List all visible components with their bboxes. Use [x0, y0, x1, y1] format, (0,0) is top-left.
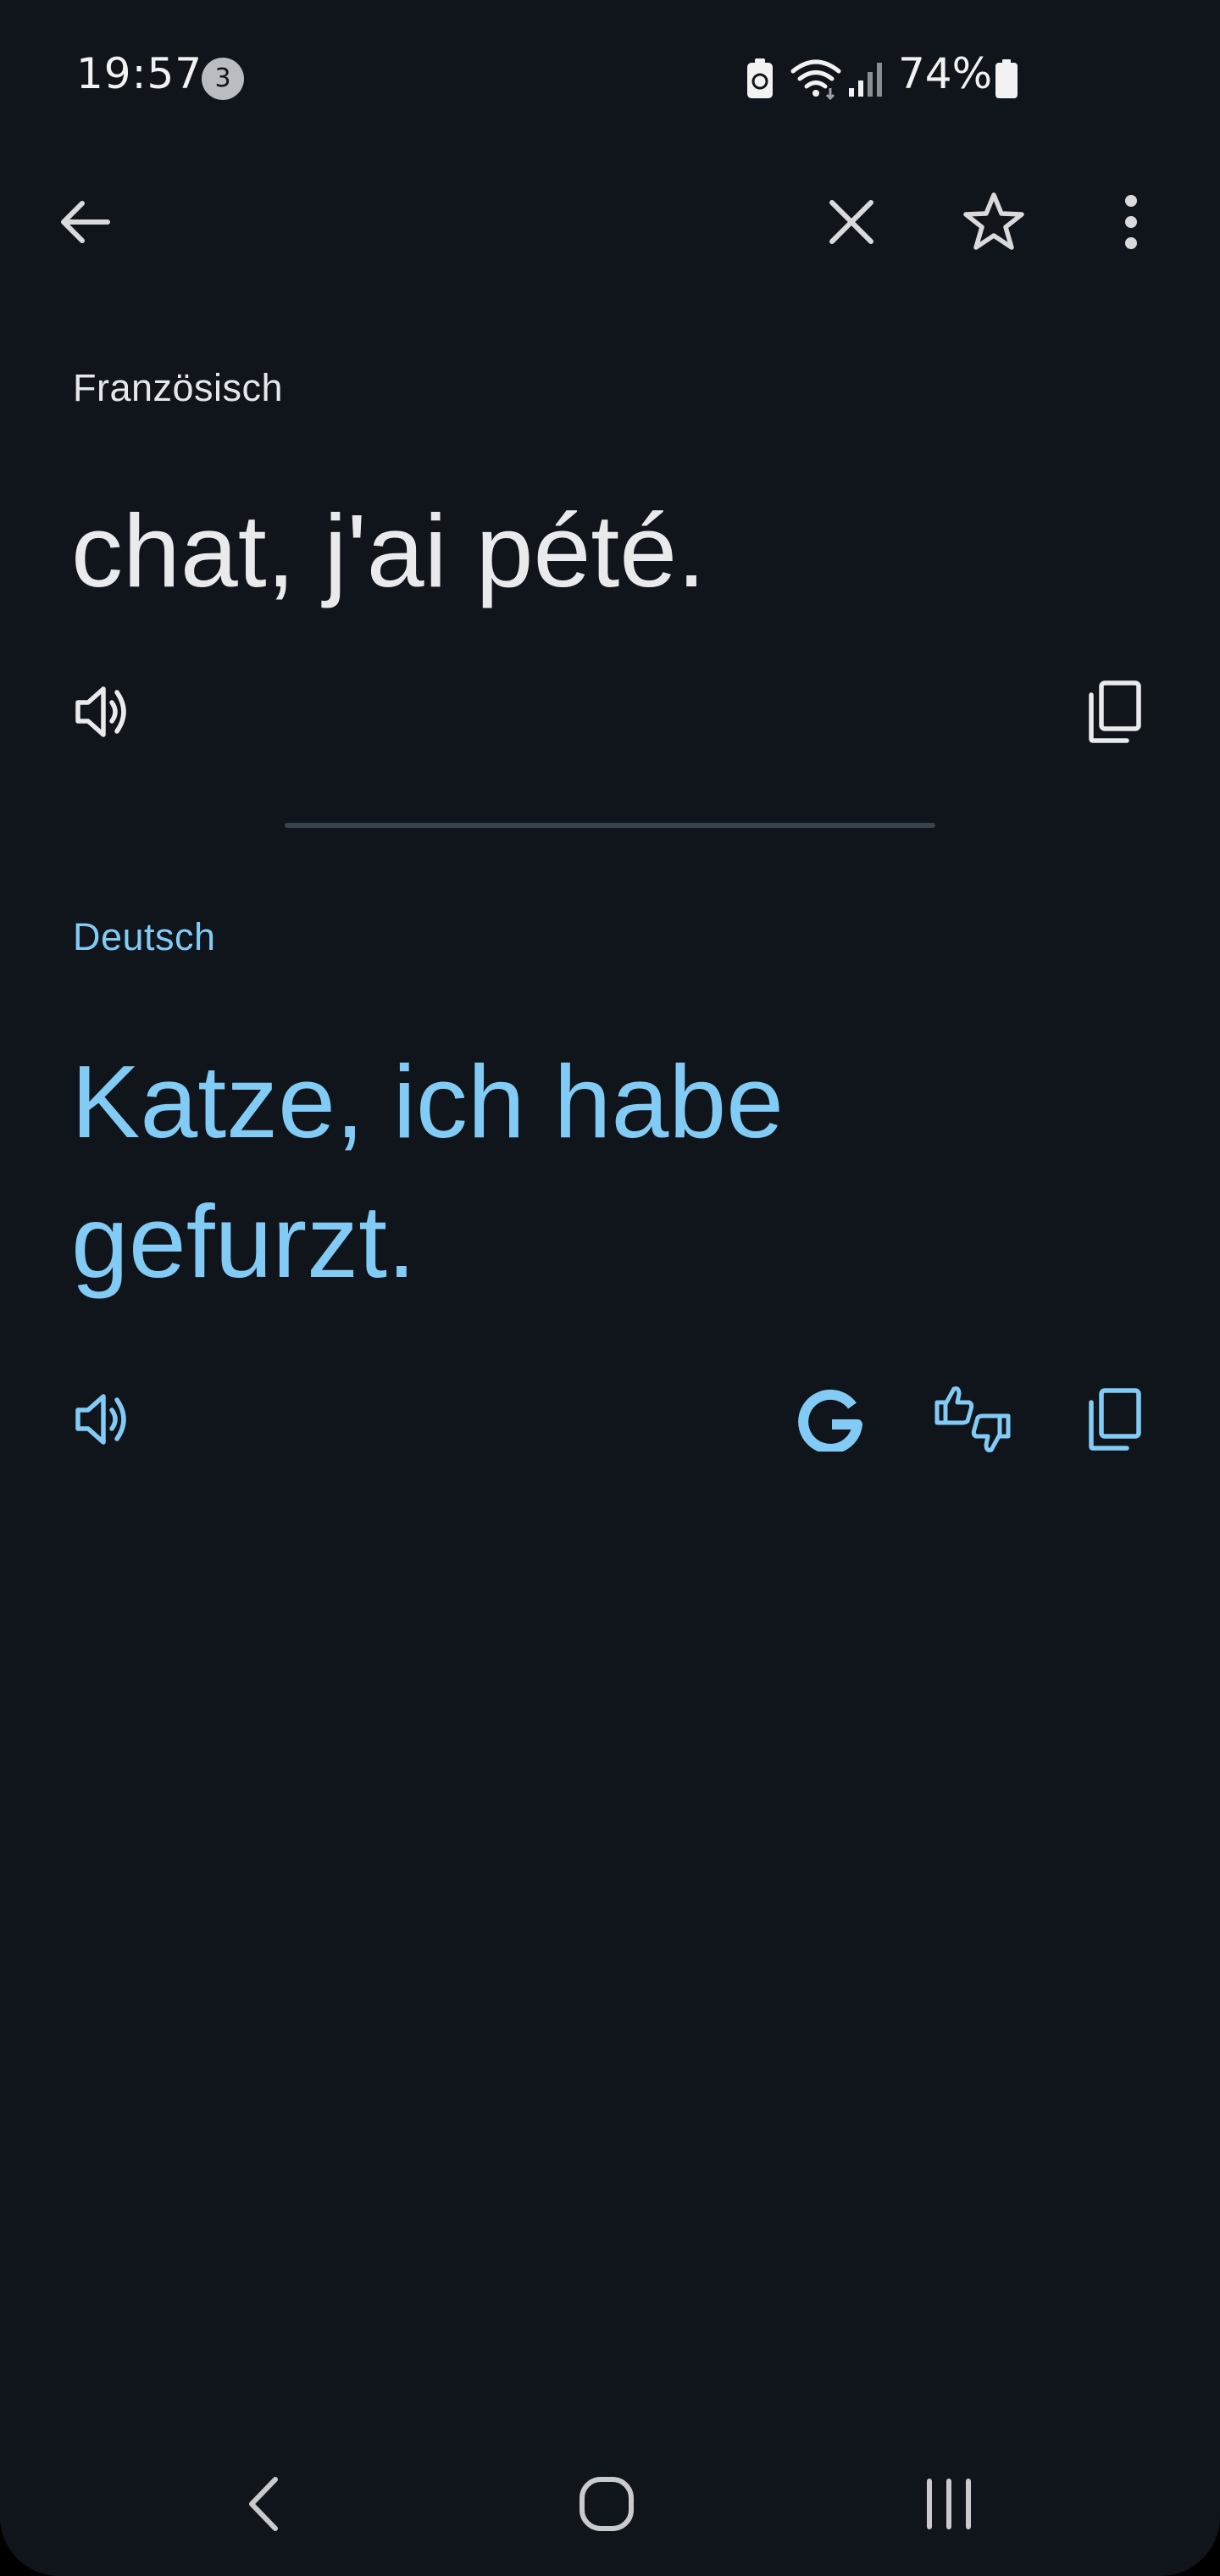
- translation-screen: 19:57 3 74% Französisch chat, j'ai pété.…: [0, 0, 1220, 2576]
- target-language-label: Deutsch: [73, 915, 216, 958]
- google-icon: [798, 1389, 862, 1452]
- favorite-button[interactable]: [947, 175, 1040, 269]
- more-vert-icon: [1125, 195, 1137, 249]
- back-button[interactable]: [38, 175, 131, 269]
- source-copy-button[interactable]: [1072, 669, 1156, 754]
- back-arrow-icon: [61, 201, 110, 243]
- target-listen-button[interactable]: [61, 1377, 146, 1462]
- clear-button[interactable]: [805, 175, 898, 269]
- battery-percent: 74%: [898, 49, 993, 98]
- notification-count-badge: 3: [202, 58, 244, 100]
- system-back-button[interactable]: [214, 2457, 315, 2551]
- wifi-icon: [790, 58, 842, 103]
- source-text[interactable]: chat, j'ai pété.: [71, 483, 1130, 619]
- status-time: 19:57: [76, 49, 203, 98]
- system-home-button[interactable]: [556, 2457, 657, 2551]
- feedback-thumbs-icon: [934, 1386, 1011, 1452]
- translated-text[interactable]: Katze, ich habe gefurzt.: [71, 1032, 1130, 1312]
- google-search-button[interactable]: [788, 1377, 873, 1462]
- copy-icon: [1089, 680, 1141, 743]
- battery-saver-icon: [746, 58, 774, 103]
- nav-back-icon: [249, 2477, 278, 2531]
- rate-translation-button[interactable]: [930, 1377, 1015, 1462]
- star-icon: [963, 192, 1024, 250]
- section-divider: [285, 823, 935, 828]
- speaker-icon: [75, 686, 126, 737]
- target-copy-button[interactable]: [1072, 1377, 1156, 1462]
- close-icon: [829, 200, 873, 244]
- signal-icon: [847, 59, 884, 102]
- nav-recents-icon: [927, 2479, 971, 2529]
- copy-icon: [1089, 1388, 1141, 1451]
- system-recents-button[interactable]: [898, 2457, 1000, 2551]
- source-listen-button[interactable]: [61, 669, 146, 754]
- nav-home-icon: [580, 2477, 634, 2531]
- source-language-label: Französisch: [73, 366, 284, 409]
- battery-icon: [995, 59, 1018, 103]
- more-options-button[interactable]: [1084, 175, 1178, 269]
- speaker-icon: [75, 1394, 126, 1445]
